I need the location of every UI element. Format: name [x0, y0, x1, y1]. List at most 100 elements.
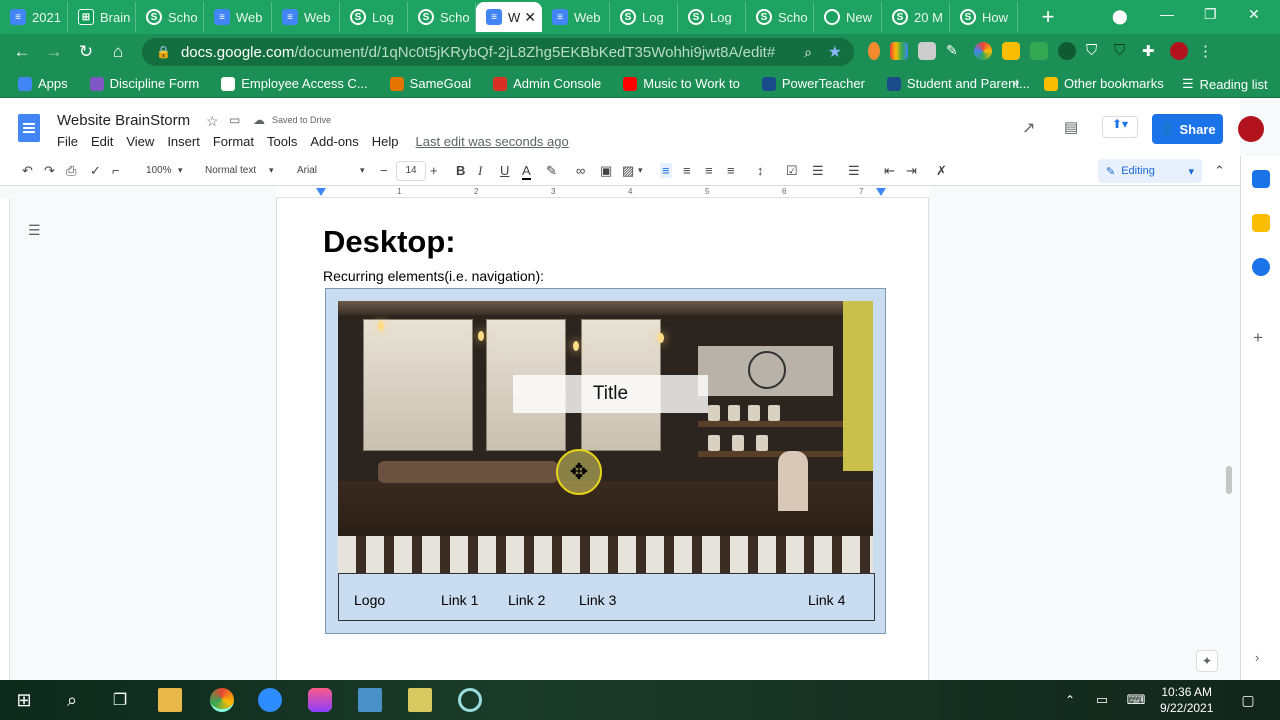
- activity-icon[interactable]: ↗: [1022, 118, 1035, 138]
- bookmark-item[interactable]: Apps: [18, 76, 68, 91]
- highlight-icon[interactable]: ✎: [546, 163, 557, 179]
- other-bookmarks[interactable]: Other bookmarks: [1044, 76, 1164, 91]
- indent-marker-icon[interactable]: [876, 188, 886, 196]
- app-icon[interactable]: [408, 688, 432, 712]
- browser-tab[interactable]: S Log: [340, 2, 408, 32]
- extension-icon[interactable]: [1002, 42, 1020, 60]
- keep-icon[interactable]: [1252, 214, 1270, 232]
- search-icon[interactable]: ⌕: [804, 44, 812, 61]
- keyboard-icon[interactable]: ⌨: [1124, 688, 1148, 712]
- pen-icon[interactable]: ✎: [946, 42, 964, 60]
- browser-tab[interactable]: S Log: [678, 2, 746, 32]
- redo-icon[interactable]: ↷: [44, 163, 55, 179]
- browser-tab[interactable]: ≡ Web: [272, 2, 340, 32]
- scrollbar-thumb[interactable]: [1226, 466, 1232, 494]
- menu-tools[interactable]: Tools: [267, 134, 297, 149]
- extension-icon[interactable]: [918, 42, 936, 60]
- indent-marker-icon[interactable]: [316, 188, 326, 196]
- zoom-select[interactable]: 100%: [146, 165, 172, 176]
- menu-add-ons[interactable]: Add-ons: [310, 134, 358, 149]
- extension-icon[interactable]: [868, 42, 880, 60]
- avatar[interactable]: [1170, 42, 1188, 60]
- search-icon[interactable]: ⌕: [60, 688, 84, 712]
- menu-insert[interactable]: Insert: [167, 134, 200, 149]
- bookmark-item[interactable]: Discipline Form: [89, 76, 199, 91]
- mode-select[interactable]: ✎ Editing ▾: [1098, 159, 1202, 183]
- menu-file[interactable]: File: [57, 134, 78, 149]
- bold-icon[interactable]: B: [456, 163, 465, 178]
- browser-tab[interactable]: ≡ W ✕: [476, 2, 542, 32]
- align-center-icon[interactable]: ≡: [683, 163, 691, 178]
- app-icon[interactable]: [358, 688, 382, 712]
- checklist-icon[interactable]: ☑: [786, 163, 798, 179]
- mockup-link-1[interactable]: Link 1: [441, 592, 478, 608]
- mockup-link-2[interactable]: Link 2: [508, 592, 545, 608]
- tasks-icon[interactable]: [1252, 258, 1270, 276]
- notifications-icon[interactable]: ▢: [1236, 688, 1260, 712]
- spellcheck-icon[interactable]: ✓: [90, 163, 101, 179]
- star-icon[interactable]: ★: [828, 42, 842, 62]
- clear-formatting-icon[interactable]: ✗: [936, 163, 947, 179]
- align-right-icon[interactable]: ≡: [705, 163, 713, 178]
- star-icon[interactable]: ☆: [206, 113, 219, 130]
- print-icon[interactable]: ⎙: [66, 163, 76, 179]
- mockup-title-box[interactable]: Title: [513, 375, 708, 413]
- network-icon[interactable]: ▭: [1090, 688, 1114, 712]
- style-select[interactable]: Normal text: [205, 165, 256, 176]
- bookmark-item[interactable]: Admin Console: [493, 76, 601, 91]
- menu-format[interactable]: Format: [213, 134, 254, 149]
- mockup-nav-bar[interactable]: Logo Link 1 Link 2 Link 3 Link 4: [338, 573, 875, 621]
- browser-tab[interactable]: ⊞ Brain: [68, 2, 136, 32]
- shield-icon[interactable]: ⛉: [1086, 42, 1104, 60]
- underline-icon[interactable]: U: [500, 163, 509, 178]
- font-size-input[interactable]: 14: [396, 161, 426, 181]
- extension-icon[interactable]: [1030, 42, 1048, 60]
- outline-icon[interactable]: ☰: [28, 222, 41, 239]
- close-window-icon[interactable]: ✕: [1248, 6, 1260, 23]
- menu-help[interactable]: Help: [372, 134, 399, 149]
- share-button[interactable]: 👤 Share: [1152, 114, 1223, 144]
- bookmark-item[interactable]: Student and Parent...: [886, 76, 1030, 91]
- chevron-up-icon[interactable]: ⌃: [1058, 688, 1082, 712]
- puzzle-icon[interactable]: ✚: [1142, 42, 1160, 60]
- app-icon[interactable]: [308, 688, 332, 712]
- line-spacing-icon[interactable]: ↕: [757, 163, 764, 178]
- align-left-icon[interactable]: ≡: [660, 163, 672, 178]
- bullet-list-icon[interactable]: ☰: [812, 163, 824, 179]
- image-icon[interactable]: ▨: [622, 163, 634, 179]
- page-heading[interactable]: Desktop:: [323, 224, 456, 260]
- avatar[interactable]: [1238, 116, 1264, 142]
- paint-format-icon[interactable]: ⌐: [112, 163, 120, 178]
- extension-icon[interactable]: [974, 42, 992, 60]
- decrease-indent-icon[interactable]: ⇤: [884, 163, 895, 179]
- decrease-size-icon[interactable]: −: [380, 163, 388, 178]
- mockup-link-3[interactable]: Link 3: [579, 592, 616, 608]
- browser-tab[interactable]: ≡ 2021: [0, 2, 68, 32]
- minimize-icon[interactable]: —: [1160, 6, 1174, 22]
- profile-icon[interactable]: ⬤: [1112, 8, 1128, 25]
- increase-indent-icon[interactable]: ⇥: [906, 163, 917, 179]
- windows-start-icon[interactable]: ⊞: [12, 688, 36, 712]
- zoom-icon[interactable]: [258, 688, 282, 712]
- bookmark-item[interactable]: SameGoal: [389, 76, 471, 91]
- collapse-icon[interactable]: ⌃: [1214, 163, 1225, 179]
- browser-tab[interactable]: New: [814, 2, 882, 32]
- home-icon[interactable]: ⌂: [102, 42, 134, 62]
- chrome-icon[interactable]: [210, 688, 234, 712]
- maximize-icon[interactable]: ❐: [1204, 6, 1217, 23]
- explore-icon[interactable]: ✦: [1196, 650, 1218, 672]
- browser-tab[interactable]: S Log: [610, 2, 678, 32]
- move-folder-icon[interactable]: ▭: [229, 113, 240, 127]
- docs-logo-icon[interactable]: [18, 114, 40, 142]
- kebab-menu-icon[interactable]: ⋮: [1198, 42, 1216, 60]
- url-bar[interactable]: 🔒 docs.google.com/document/d/1qNc0t5jKRy…: [142, 38, 854, 66]
- browser-tab[interactable]: S Scho: [746, 2, 814, 32]
- numbered-list-icon[interactable]: ☰: [848, 163, 860, 179]
- undo-icon[interactable]: ↶: [22, 163, 33, 179]
- task-view-icon[interactable]: ❐: [108, 688, 132, 712]
- extension-icon[interactable]: [890, 42, 908, 60]
- close-tab-icon[interactable]: ✕: [524, 9, 536, 26]
- document-page[interactable]: Desktop: Recurring elements(i.e. navigat…: [276, 198, 929, 680]
- website-mockup-drawing[interactable]: Title Logo Link 1 Link 2 Link 3 Link 4 ✥: [325, 288, 886, 634]
- justify-icon[interactable]: ≡: [727, 163, 735, 178]
